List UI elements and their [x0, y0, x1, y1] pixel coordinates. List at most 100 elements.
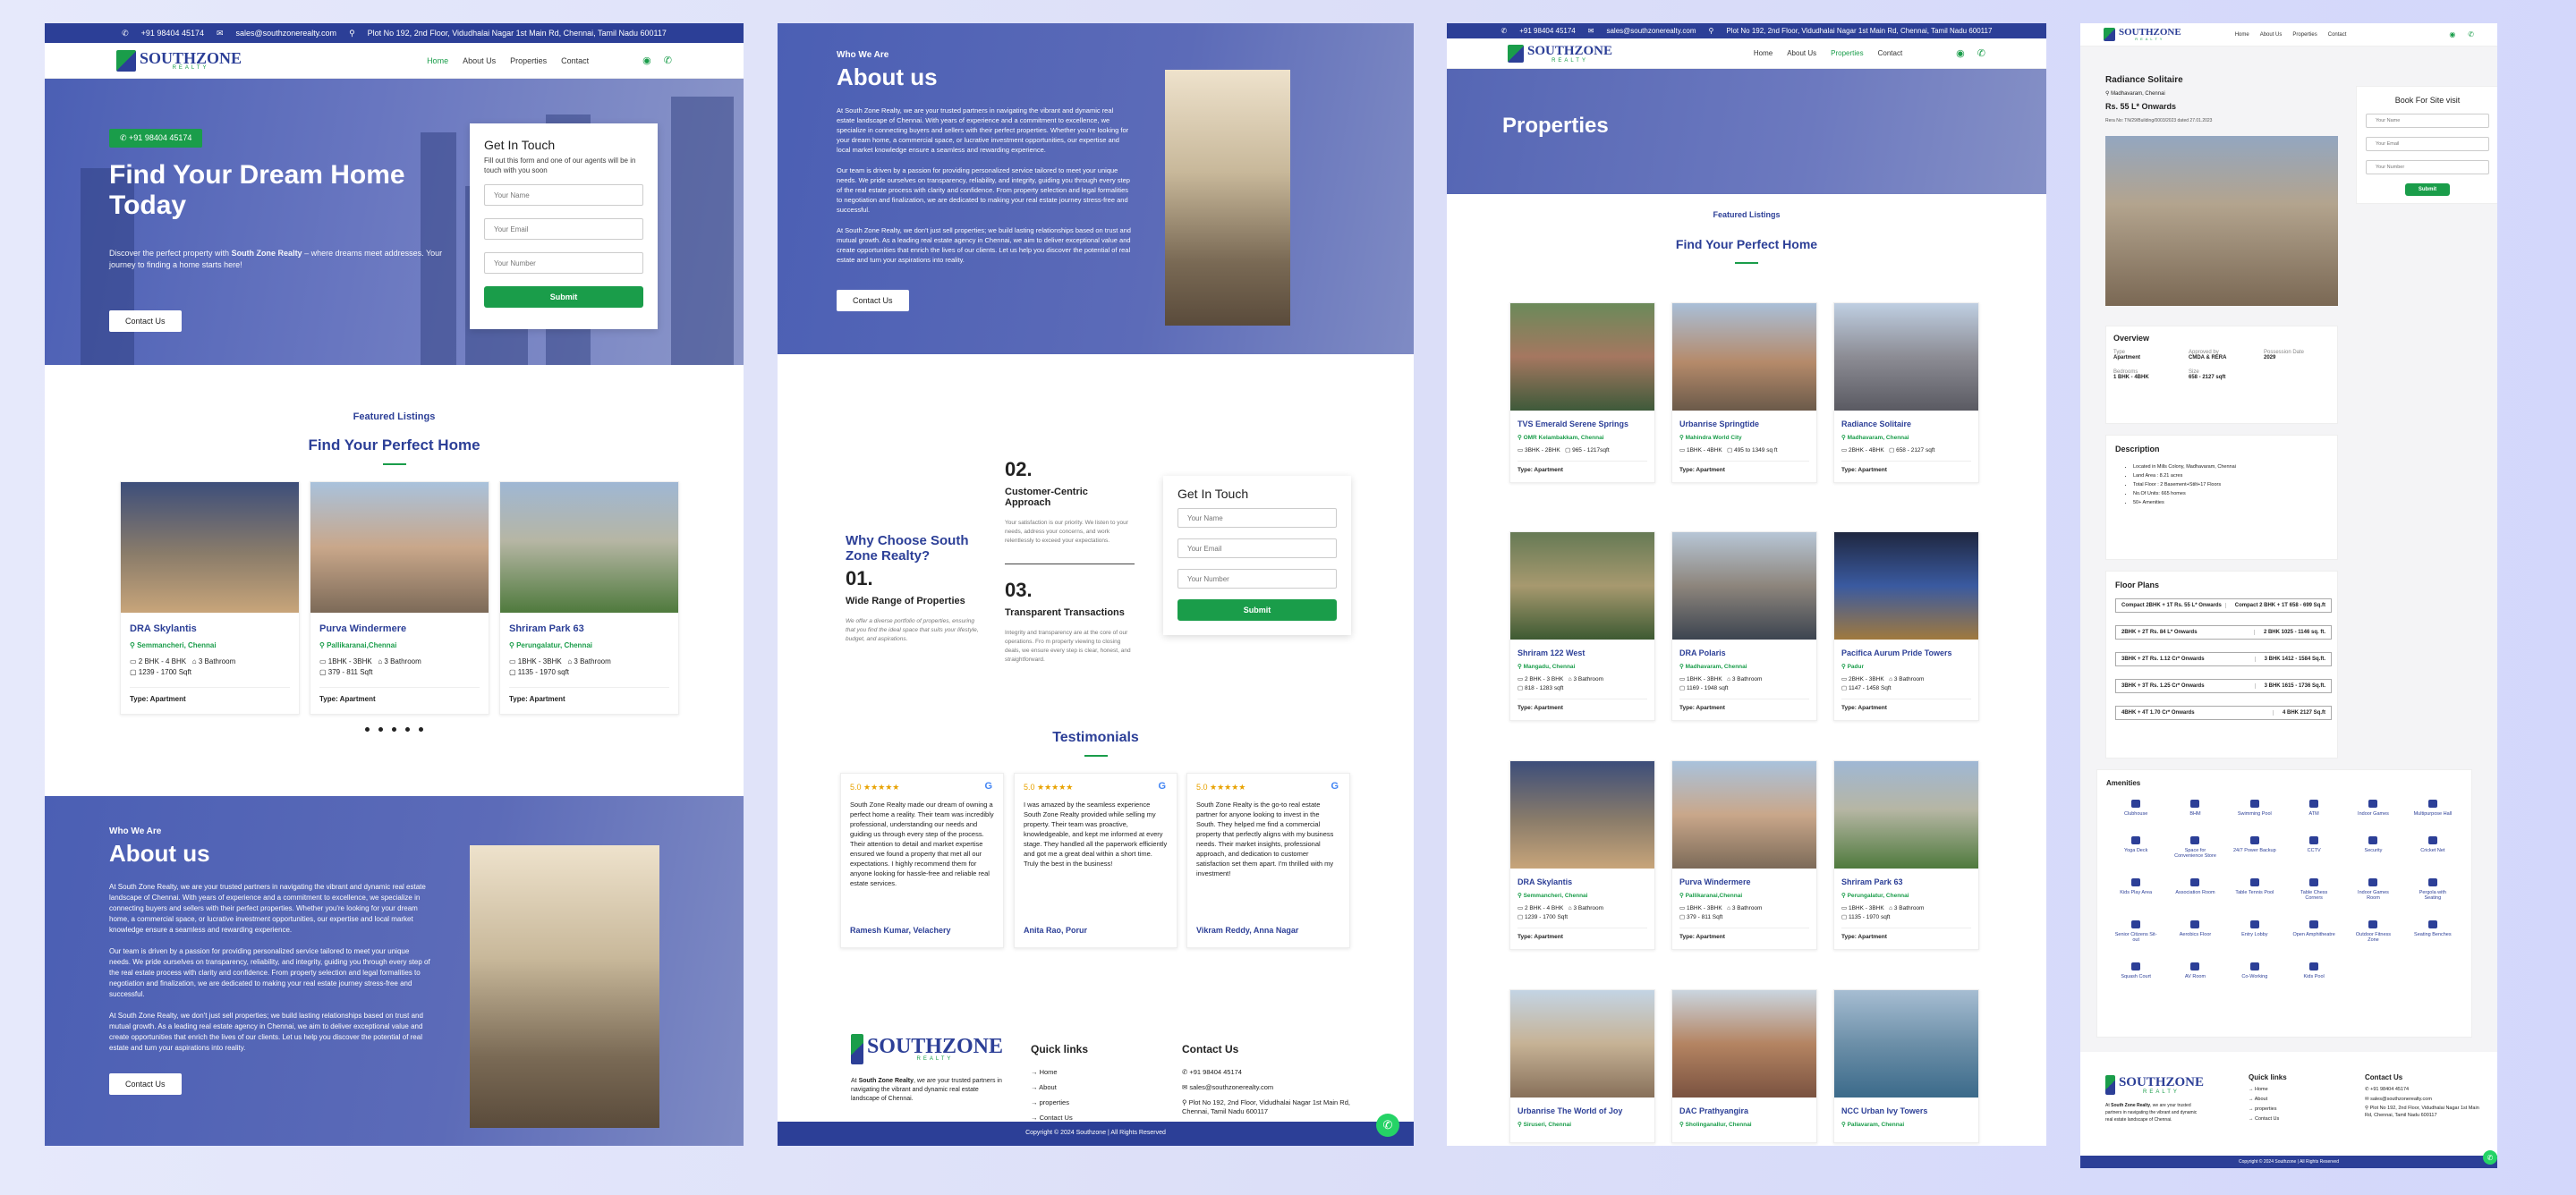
phone-icon[interactable]: ✆	[1977, 47, 1985, 59]
number-input[interactable]: Your Number	[484, 252, 643, 274]
whatsapp-float-icon[interactable]: ✆	[1376, 1114, 1399, 1137]
nav-icons: ◉ ✆	[642, 55, 672, 66]
number-input[interactable]: Your Number	[1177, 569, 1337, 589]
slider-dot[interactable]	[405, 727, 410, 732]
card-title[interactable]: Shriram Park 63	[1841, 877, 1971, 886]
top-email[interactable]: sales@southzonerealty.com	[236, 29, 337, 38]
card-title[interactable]: DAC Prathyangira	[1679, 1106, 1809, 1115]
property-card[interactable]: TVS Emerald Serene Springs ⚲ OMR Kelambak…	[1509, 302, 1655, 483]
footer-logo[interactable]: SOUTHZONE REALTY	[851, 1034, 1003, 1064]
card-title[interactable]: Shriram 122 West	[1518, 648, 1647, 657]
footer-link[interactable]: → Home	[1031, 1064, 1088, 1080]
card-title[interactable]: Purva Windermere	[319, 623, 480, 634]
footer-link[interactable]: → About	[2249, 1095, 2287, 1105]
nav-contact[interactable]: Contact	[561, 56, 589, 65]
number-input[interactable]: Your Number	[2366, 160, 2489, 174]
property-card[interactable]: Shriram 122 West ⚲ Mangadu, Chennai ▭ 2 BH…	[1509, 531, 1655, 721]
nav-contact[interactable]: Contact	[2328, 32, 2347, 38]
property-card[interactable]: Radiance Solitaire ⚲ Madhavaram, Chennai ▭…	[1833, 302, 1979, 483]
nav-home[interactable]: Home	[2235, 32, 2249, 38]
property-card[interactable]: DRA Polaris ⚲ Madhavaram, Chennai ▭ 1BHK -…	[1671, 531, 1817, 721]
property-card[interactable]: Urbanrise The World of Joy ⚲ Siruseri, Ch…	[1509, 989, 1655, 1143]
card-title[interactable]: Pacifica Aurum Pride Towers	[1841, 648, 1971, 657]
whatsapp-icon[interactable]: ◉	[2449, 30, 2455, 38]
property-image	[1672, 303, 1816, 411]
card-title[interactable]: DRA Skylantis	[130, 623, 290, 634]
name-input[interactable]: Your Name	[484, 184, 643, 206]
whatsapp-float-icon[interactable]: ✆	[2483, 1150, 2497, 1165]
nav-home[interactable]: Home	[427, 56, 448, 65]
nav-properties[interactable]: Properties	[510, 56, 547, 65]
card-title[interactable]: Radiance Solitaire	[1841, 420, 1971, 428]
phone-icon[interactable]: ✆	[664, 55, 672, 66]
footer-link[interactable]: → Home	[2249, 1085, 2287, 1095]
footer-logo[interactable]: SOUTHZONE REALTY	[2105, 1075, 2204, 1095]
property-card[interactable]: DRA Skylantis ⚲ Semmancheri, Chennai ▭ 2 B…	[1509, 760, 1655, 950]
floor-plan-row[interactable]: 3BHK + 2T Rs. 1.12 Cr* Onwards 3 BHK 1412…	[2115, 652, 2332, 666]
property-card[interactable]: Shriram Park 63 ⚲ Perungalatur, Chennai ▭ …	[1833, 760, 1979, 950]
email-input[interactable]: Your Email	[2366, 137, 2489, 151]
footer-link[interactable]: → properties	[2249, 1105, 2287, 1114]
card-title[interactable]: DRA Polaris	[1679, 648, 1809, 657]
slider-dot[interactable]	[419, 727, 423, 732]
card-title[interactable]: Shriram Park 63	[509, 623, 669, 634]
top-phone[interactable]: +91 98404 45174	[1519, 27, 1576, 35]
slider-card[interactable]: Shriram Park 63 ⚲ Perungalatur, Chennai …	[499, 481, 679, 715]
footer-email[interactable]: ✉ sales@southzonerealty.com	[1182, 1080, 1352, 1095]
footer-link[interactable]: → properties	[1031, 1095, 1088, 1110]
footer-email[interactable]: ✉ sales@southzonerealty.com	[2365, 1095, 2481, 1105]
slider-dot[interactable]	[378, 727, 383, 732]
nav-about[interactable]: About Us	[1787, 49, 1816, 57]
slider-dot[interactable]	[365, 727, 370, 732]
email-input[interactable]: Your Email	[484, 218, 643, 240]
submit-button[interactable]: Submit	[1177, 599, 1337, 621]
top-phone[interactable]: +91 98404 45174	[141, 29, 204, 38]
property-card[interactable]: Urbanrise Springtide ⚲ Mahindra World Cit…	[1671, 302, 1817, 483]
floor-plan-row[interactable]: 2BHK + 2T Rs. 84 L* Onwards 2 BHK 1025 - …	[2115, 625, 2332, 640]
hero-contact-button[interactable]: Contact Us	[109, 310, 182, 332]
footer-link[interactable]: → Contact Us	[2249, 1114, 2287, 1124]
slider-dot[interactable]	[392, 727, 396, 732]
nav-home[interactable]: Home	[1754, 49, 1773, 57]
footer-phone[interactable]: ✆ +91 98404 45174	[2365, 1085, 2481, 1095]
property-card[interactable]: Purva Windermere ⚲ Pallikaranai,Chennai ▭ …	[1671, 760, 1817, 950]
footer-link[interactable]: → About	[1031, 1080, 1088, 1095]
hero-phone-pill[interactable]: ✆ +91 98404 45174	[109, 129, 203, 148]
nav-properties[interactable]: Properties	[1831, 49, 1863, 57]
card-title[interactable]: NCC Urban Ivy Towers	[1841, 1106, 1971, 1115]
submit-button[interactable]: Submit	[484, 286, 643, 308]
floor-plan-row[interactable]: 3BHK + 3T Rs. 1.25 Cr* Onwards 3 BHK 1615…	[2115, 679, 2332, 693]
card-title[interactable]: Urbanrise The World of Joy	[1518, 1106, 1647, 1115]
card-title[interactable]: Purva Windermere	[1679, 877, 1809, 886]
email-input[interactable]: Your Email	[1177, 538, 1337, 558]
detail-location: ⚲ Madhavaram, Chennai	[2105, 91, 2165, 97]
nav-properties[interactable]: Properties	[2292, 32, 2317, 38]
name-input[interactable]: Your Name	[2366, 114, 2489, 128]
floor-plan-row[interactable]: 4BHK + 4T 1.70 Cr* Onwards 4 BHK 2127 Sq.…	[2115, 706, 2332, 720]
about-contact-button[interactable]: Contact Us	[109, 1073, 182, 1095]
site-logo[interactable]: SOUTHZONE REALTY	[116, 49, 242, 72]
site-logo[interactable]: SOUTHZONE REALTY	[1508, 44, 1612, 64]
card-title[interactable]: Urbanrise Springtide	[1679, 420, 1809, 428]
property-card[interactable]: NCC Urban Ivy Towers ⚲ Pallavaram, Chenna…	[1833, 989, 1979, 1143]
whatsapp-icon[interactable]: ◉	[1956, 47, 1965, 59]
nav-about[interactable]: About Us	[2260, 32, 2283, 38]
slider-card[interactable]: Purva Windermere ⚲ Pallikaranai,Chennai …	[310, 481, 489, 715]
slider-card[interactable]: DRA Skylantis ⚲ Semmancheri, Chennai ▭ 2…	[120, 481, 300, 715]
footer-phone[interactable]: ✆ +91 98404 45174	[1182, 1064, 1352, 1080]
nav-contact[interactable]: Contact	[1878, 49, 1903, 57]
floor-plan-row[interactable]: Compact 2BHK + 1T Rs. 55 L* Onwards Compa…	[2115, 598, 2332, 613]
property-card[interactable]: Pacifica Aurum Pride Towers ⚲ Padur ▭ 2BHK…	[1833, 531, 1979, 721]
card-title[interactable]: TVS Emerald Serene Springs	[1518, 420, 1647, 428]
whatsapp-icon[interactable]: ◉	[642, 55, 651, 66]
phone-icon[interactable]: ✆	[2468, 30, 2474, 38]
site-logo[interactable]: SOUTHZONE REALTY	[2104, 28, 2181, 41]
top-email[interactable]: sales@southzonerealty.com	[1606, 27, 1696, 35]
property-card[interactable]: DAC Prathyangira ⚲ Sholinganallur, Chenna…	[1671, 989, 1817, 1143]
about-contact-button[interactable]: Contact Us	[837, 290, 909, 311]
amenity-item: Cricket Net	[2410, 836, 2455, 859]
nav-about[interactable]: About Us	[463, 56, 496, 65]
card-title[interactable]: DRA Skylantis	[1518, 877, 1647, 886]
name-input[interactable]: Your Name	[1177, 508, 1337, 528]
submit-button[interactable]: Submit	[2405, 183, 2450, 196]
